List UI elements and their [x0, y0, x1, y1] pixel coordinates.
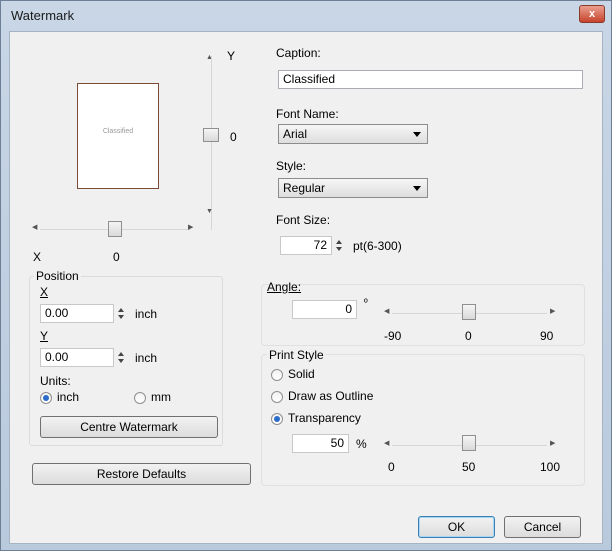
position-y-input[interactable]: 0.00	[40, 348, 114, 367]
unit-inch-label: inch	[57, 390, 80, 404]
units-label: Units:	[40, 374, 71, 388]
transparency-max-label: 100	[540, 460, 561, 474]
print-style-transparency-label: Transparency	[288, 411, 361, 425]
angle-max-label: 90	[540, 329, 554, 343]
print-style-outline-label: Draw as Outline	[288, 389, 374, 403]
close-button[interactable]: x	[579, 5, 605, 23]
position-x-spinner[interactable]	[117, 304, 126, 323]
position-y-label: Y	[40, 329, 49, 343]
print-style-solid-radio[interactable]	[271, 369, 283, 381]
position-x-label: X	[40, 285, 49, 299]
preview-watermark-text: Classified	[102, 128, 134, 135]
font-size-label: Font Size:	[276, 213, 331, 227]
y-axis-label: Y	[227, 49, 236, 63]
x-axis-label: X	[33, 250, 42, 264]
angle-slider-thumb[interactable]	[462, 304, 476, 320]
ok-button[interactable]: OK	[418, 516, 495, 538]
caption-input[interactable]: Classified	[278, 70, 583, 89]
cancel-button[interactable]: Cancel	[504, 516, 581, 538]
x-scroll-left-icon[interactable]: ◀	[32, 224, 37, 232]
position-x-input[interactable]: 0.00	[40, 304, 114, 323]
watermark-dialog: Watermark x Classified ▲ ▼ Y 0 ◀ ▶ X 0 P…	[0, 0, 612, 551]
position-x-unit: inch	[135, 307, 158, 321]
angle-scroll-left-icon[interactable]: ◀	[384, 308, 389, 316]
y-offset-value: 0	[230, 130, 237, 144]
percent-symbol: %	[356, 437, 367, 451]
print-style-label: Print Style	[267, 348, 326, 362]
print-style-outline-radio[interactable]	[271, 391, 283, 403]
print-style-solid-label: Solid	[288, 367, 315, 381]
chevron-down-icon	[413, 186, 421, 191]
font-size-input[interactable]: 72	[280, 236, 332, 255]
angle-mid-label: 0	[465, 329, 472, 343]
y-scroll-down-icon[interactable]: ▼	[206, 208, 213, 216]
centre-watermark-button[interactable]: Centre Watermark	[40, 416, 218, 438]
position-group-label: Position	[34, 269, 81, 283]
font-size-range: pt(6-300)	[353, 239, 402, 253]
transparency-scroll-right-icon[interactable]: ▶	[550, 440, 555, 448]
font-name-label: Font Name:	[276, 107, 339, 121]
position-y-unit: inch	[135, 351, 158, 365]
chevron-down-icon	[413, 132, 421, 137]
angle-label: Angle:	[267, 280, 302, 294]
y-slider-track	[211, 56, 212, 230]
unit-mm-radio[interactable]	[134, 392, 146, 404]
caption-label: Caption:	[276, 46, 321, 60]
dialog-body: Classified ▲ ▼ Y 0 ◀ ▶ X 0 Position X 0.…	[9, 31, 603, 544]
unit-mm-label: mm	[151, 390, 171, 404]
font-name-value: Arial	[283, 127, 308, 141]
transparency-scroll-left-icon[interactable]: ◀	[384, 440, 389, 448]
style-value: Regular	[283, 181, 326, 195]
x-slider-thumb[interactable]	[108, 221, 122, 237]
x-offset-value: 0	[113, 250, 120, 264]
font-name-select[interactable]: Arial	[278, 124, 428, 144]
print-style-transparency-radio[interactable]	[271, 413, 283, 425]
transparency-mid-label: 50	[462, 460, 476, 474]
angle-scroll-right-icon[interactable]: ▶	[550, 308, 555, 316]
position-y-spinner[interactable]	[117, 348, 126, 367]
angle-input[interactable]: 0	[292, 300, 357, 319]
style-select[interactable]: Regular	[278, 178, 428, 198]
transparency-slider-thumb[interactable]	[462, 435, 476, 451]
unit-inch-radio[interactable]	[40, 392, 52, 404]
close-icon: x	[588, 8, 596, 20]
style-label: Style:	[276, 159, 307, 173]
angle-min-label: -90	[384, 329, 402, 343]
degree-symbol: º	[364, 298, 368, 309]
title-bar: Watermark x	[1, 1, 611, 31]
y-slider-thumb[interactable]	[203, 128, 219, 142]
window-title: Watermark	[11, 8, 75, 23]
x-scroll-right-icon[interactable]: ▶	[188, 224, 193, 232]
font-size-spinner[interactable]	[335, 236, 344, 255]
watermark-preview: Classified	[77, 83, 159, 189]
restore-defaults-button[interactable]: Restore Defaults	[32, 463, 251, 485]
transparency-input[interactable]: 50	[292, 434, 349, 453]
transparency-min-label: 0	[388, 460, 395, 474]
